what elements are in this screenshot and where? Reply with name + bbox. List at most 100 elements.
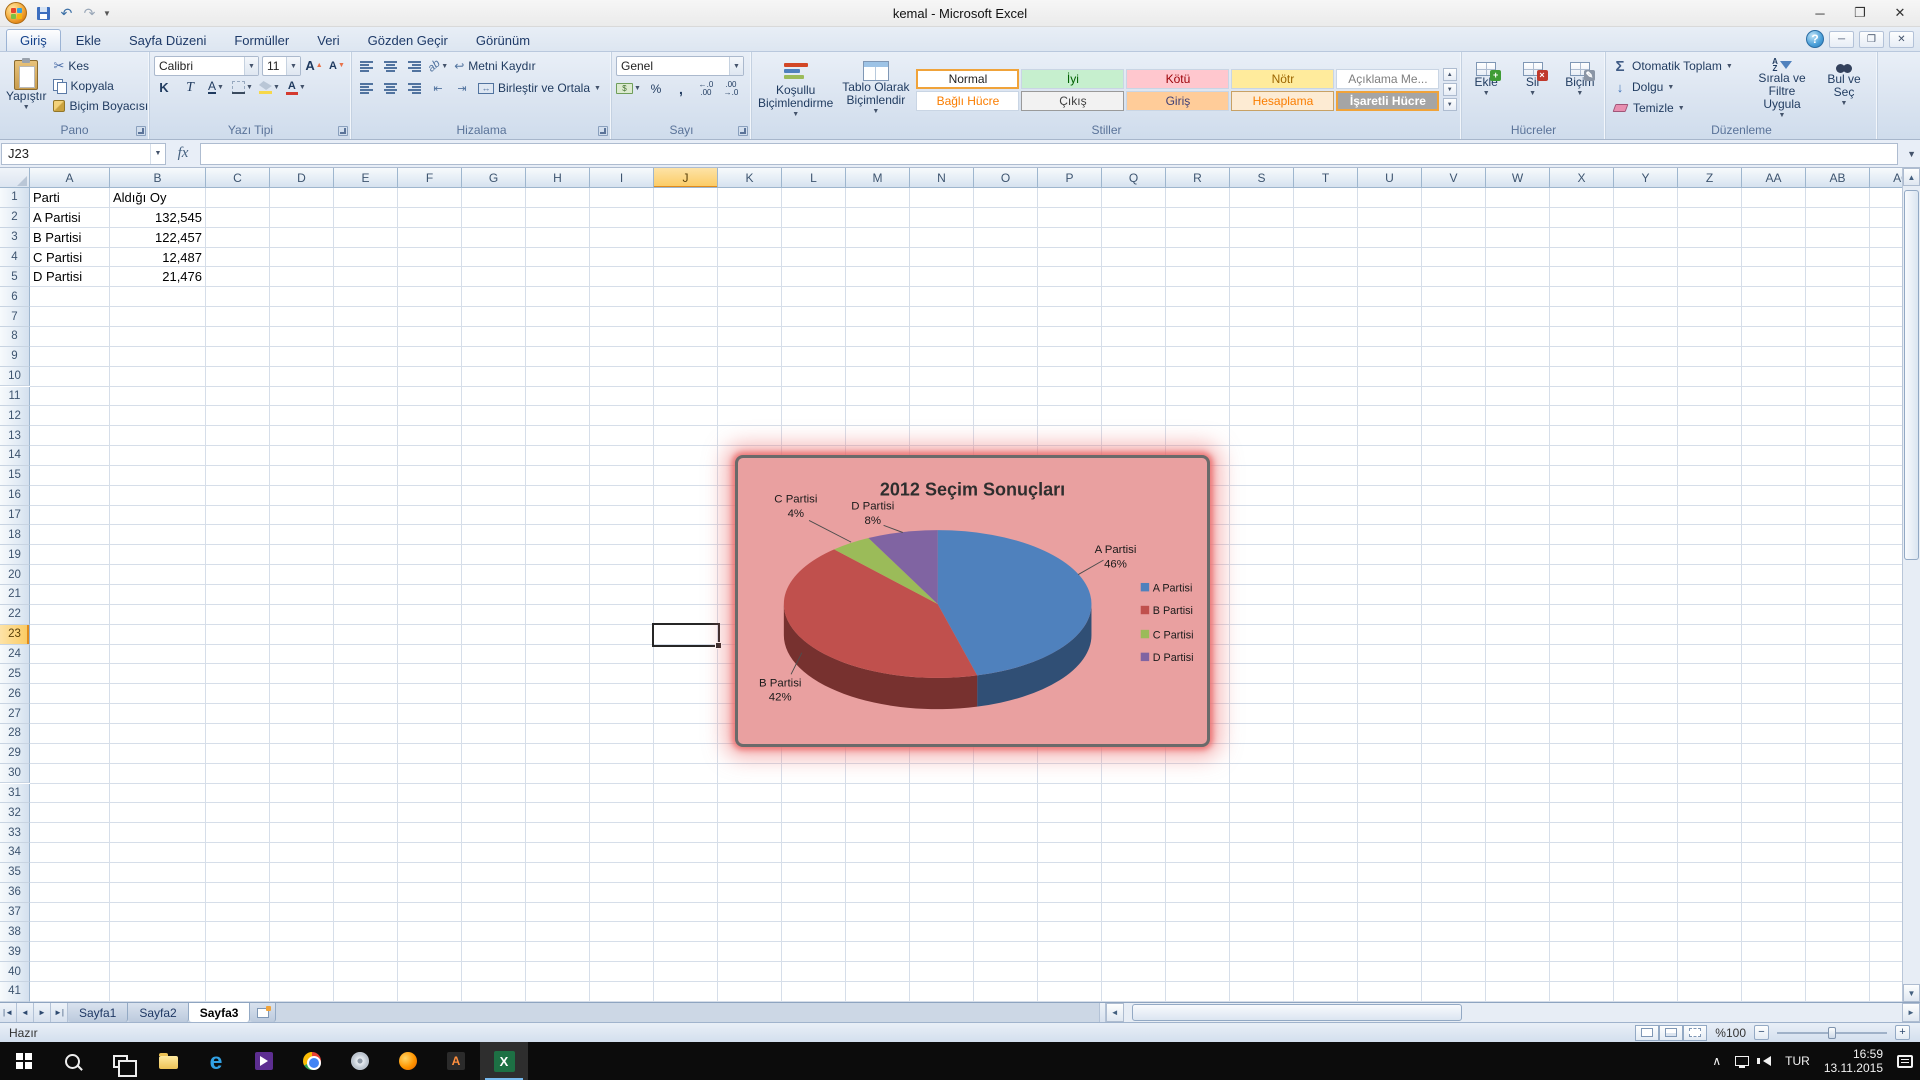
cell-style-aciklama[interactable]: Açıklama Me... xyxy=(1336,69,1439,89)
column-header-T[interactable]: T xyxy=(1294,168,1358,188)
cell-B2[interactable]: 132,545 xyxy=(110,208,205,228)
qat-customize-button[interactable]: ▼ xyxy=(101,9,113,18)
number-dialog-launcher[interactable] xyxy=(738,126,748,136)
row-header-3[interactable]: 3 xyxy=(0,228,30,248)
ribbon-tab-formuller[interactable]: Formüller xyxy=(221,29,302,51)
paste-button[interactable]: Yapıştır ▼ xyxy=(4,56,48,123)
row-header-11[interactable]: 11 xyxy=(0,387,30,407)
selected-cell-J23[interactable] xyxy=(652,623,720,647)
column-header-AB[interactable]: AB xyxy=(1806,168,1870,188)
zoom-out-button[interactable]: − xyxy=(1754,1025,1769,1040)
column-header-L[interactable]: L xyxy=(782,168,846,188)
sheet-tab-sayfa2[interactable]: Sayfa2 xyxy=(128,1003,188,1022)
format-painter-button[interactable]: Biçim Boyacısı xyxy=(51,96,150,116)
align-middle-button[interactable] xyxy=(380,57,400,76)
chrome-button[interactable] xyxy=(288,1042,336,1080)
search-button[interactable] xyxy=(48,1042,96,1080)
vertical-scrollbar[interactable]: ▲ ▼ xyxy=(1902,168,1920,1002)
column-header-Z[interactable]: Z xyxy=(1678,168,1742,188)
column-header-X[interactable]: X xyxy=(1550,168,1614,188)
ribbon-tab-gorunum[interactable]: Görünüm xyxy=(463,29,543,51)
row-header-33[interactable]: 33 xyxy=(0,823,30,843)
file-explorer-button[interactable] xyxy=(144,1042,192,1080)
row-header-14[interactable]: 14 xyxy=(0,446,30,466)
underline-button[interactable]: A▼ xyxy=(206,78,226,97)
column-header-K[interactable]: K xyxy=(718,168,782,188)
last-sheet-button[interactable]: ►| xyxy=(51,1003,68,1022)
normal-view-button[interactable] xyxy=(1635,1025,1659,1041)
column-header-P[interactable]: P xyxy=(1038,168,1102,188)
firefox-button[interactable] xyxy=(384,1042,432,1080)
row-header-29[interactable]: 29 xyxy=(0,744,30,764)
language-indicator[interactable]: TUR xyxy=(1778,1042,1817,1080)
row-header-8[interactable]: 8 xyxy=(0,327,30,347)
align-right-button[interactable] xyxy=(404,79,424,98)
cut-button[interactable]: ✂Kes xyxy=(51,56,150,76)
cell-B3[interactable]: 122,457 xyxy=(110,228,205,248)
accounting-format-button[interactable]: $▼ xyxy=(616,79,641,98)
scroll-right-icon[interactable]: ► xyxy=(1902,1003,1920,1022)
zoom-slider[interactable] xyxy=(1777,1032,1887,1034)
column-header-AC[interactable]: AC xyxy=(1870,168,1902,188)
row-header-27[interactable]: 27 xyxy=(0,704,30,724)
grow-font-button[interactable]: A▲ xyxy=(304,56,324,75)
ribbon-tab-giris[interactable]: Giriş xyxy=(6,29,61,51)
minimize-button[interactable]: ─ xyxy=(1800,0,1840,26)
office-button[interactable] xyxy=(5,2,27,24)
row-header-18[interactable]: 18 xyxy=(0,525,30,545)
row-header-36[interactable]: 36 xyxy=(0,883,30,903)
align-top-button[interactable] xyxy=(356,57,376,76)
font-size-select[interactable]: 11▼ xyxy=(262,56,301,76)
insert-worksheet-button[interactable] xyxy=(250,1003,276,1022)
clipboard-dialog-launcher[interactable] xyxy=(136,126,146,136)
row-header-12[interactable]: 12 xyxy=(0,406,30,426)
row-header-21[interactable]: 21 xyxy=(0,585,30,605)
row-header-2[interactable]: 2 xyxy=(0,208,30,228)
vertical-scroll-thumb[interactable] xyxy=(1904,190,1919,560)
cell-A2[interactable]: A Partisi xyxy=(30,208,109,228)
format-cells-button[interactable]: ✎ Biçim▼ xyxy=(1559,56,1601,123)
expand-formula-bar-icon[interactable]: ▼ xyxy=(1907,149,1916,159)
clock[interactable]: 16:59 13.11.2015 xyxy=(1817,1042,1890,1080)
column-header-V[interactable]: V xyxy=(1422,168,1486,188)
row-header-28[interactable]: 28 xyxy=(0,724,30,744)
page-layout-view-button[interactable] xyxy=(1659,1025,1683,1041)
scroll-up-icon[interactable]: ▲ xyxy=(1903,168,1920,186)
next-sheet-button[interactable]: ► xyxy=(34,1003,51,1022)
styles-more-button[interactable]: ▼ xyxy=(1443,98,1457,111)
row-header-24[interactable]: 24 xyxy=(0,645,30,665)
column-header-I[interactable]: I xyxy=(590,168,654,188)
insert-function-button[interactable]: fx xyxy=(166,145,200,162)
cell-style-notr[interactable]: Nötr xyxy=(1231,69,1334,89)
increase-decimal-button[interactable]: ←.0.00 xyxy=(696,79,716,98)
sheet-tab-sayfa1[interactable]: Sayfa1 xyxy=(68,1003,128,1022)
cell-style-kotu[interactable]: Kötü xyxy=(1126,69,1229,89)
row-header-40[interactable]: 40 xyxy=(0,962,30,982)
save-button[interactable] xyxy=(32,3,55,24)
horizontal-scroll-thumb[interactable] xyxy=(1132,1004,1462,1021)
row-header-39[interactable]: 39 xyxy=(0,942,30,962)
row-header-22[interactable]: 22 xyxy=(0,605,30,625)
cell-B5[interactable]: 21,476 xyxy=(110,267,205,287)
shrink-font-button[interactable]: A▼ xyxy=(327,56,347,75)
row-header-6[interactable]: 6 xyxy=(0,287,30,307)
volume-button[interactable] xyxy=(1756,1042,1778,1080)
borders-button[interactable]: ▼ xyxy=(232,78,253,97)
row-header-25[interactable]: 25 xyxy=(0,664,30,684)
cell-A5[interactable]: D Partisi xyxy=(30,267,109,287)
row-header-30[interactable]: 30 xyxy=(0,764,30,784)
ribbon-tab-veri[interactable]: Veri xyxy=(304,29,352,51)
redo-button[interactable]: ↷ xyxy=(78,3,101,24)
close-button[interactable]: ✕ xyxy=(1880,0,1920,26)
row-header-31[interactable]: 31 xyxy=(0,784,30,804)
column-header-M[interactable]: M xyxy=(846,168,910,188)
workbook-minimize-button[interactable]: ─ xyxy=(1829,31,1854,48)
alignment-dialog-launcher[interactable] xyxy=(598,126,608,136)
column-header-Q[interactable]: Q xyxy=(1102,168,1166,188)
row-header-13[interactable]: 13 xyxy=(0,426,30,446)
delete-cells-button[interactable]: × Sil▼ xyxy=(1512,56,1552,123)
cell-B4[interactable]: 12,487 xyxy=(110,248,205,268)
cell-style-giris[interactable]: Giriş xyxy=(1126,91,1229,111)
cell-A3[interactable]: B Partisi xyxy=(30,228,109,248)
insert-cells-button[interactable]: + Ekle▼ xyxy=(1466,56,1506,123)
